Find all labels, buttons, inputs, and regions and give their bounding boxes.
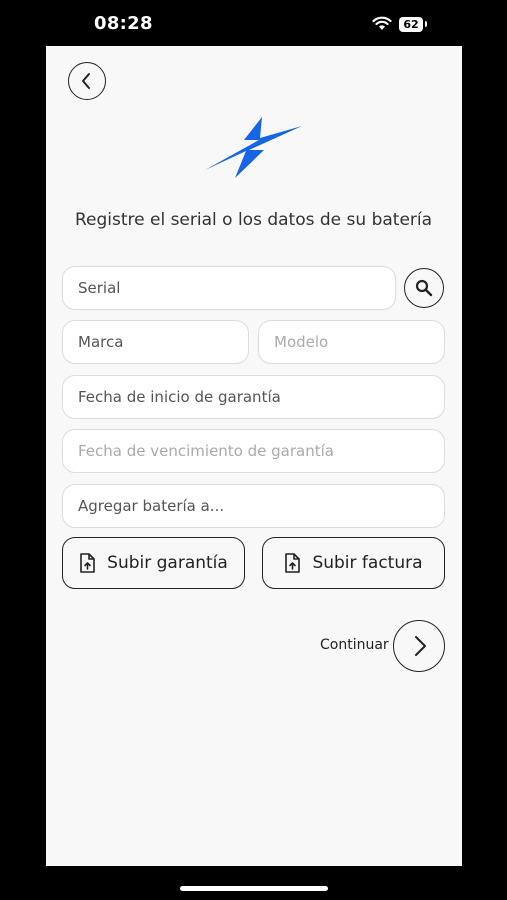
bottom-bar [0, 866, 507, 900]
upload-warranty-button[interactable]: Subir garantía [62, 537, 245, 589]
continue-label[interactable]: Continuar [320, 637, 389, 653]
agregar-bateria-input[interactable] [62, 484, 445, 528]
marca-input[interactable] [62, 320, 249, 364]
search-button[interactable] [404, 268, 444, 308]
status-time: 08:28 [94, 13, 153, 34]
modelo-input[interactable] [258, 320, 445, 364]
file-upload-icon [285, 553, 301, 573]
home-indicator[interactable] [180, 886, 328, 891]
lightning-bolt-icon [205, 117, 302, 178]
fecha-inicio-input[interactable] [62, 375, 445, 419]
chevron-left-icon [82, 73, 90, 89]
back-button[interactable] [68, 62, 106, 100]
serial-input[interactable] [62, 266, 396, 310]
upload-invoice-button[interactable]: Subir factura [262, 537, 445, 589]
fecha-vencimiento-input[interactable] [62, 429, 445, 473]
upload-invoice-label: Subir factura [312, 553, 423, 573]
battery-level: 62 [403, 18, 419, 31]
continue-button[interactable] [393, 620, 445, 672]
page-title: Registre el serial o los datos de su bat… [74, 210, 433, 230]
search-icon [415, 279, 433, 297]
upload-warranty-label: Subir garantía [107, 553, 228, 573]
wifi-icon [372, 16, 392, 30]
battery-tip [425, 21, 427, 27]
status-bar: 08:28 62 [0, 0, 507, 46]
chevron-right-icon [415, 636, 426, 656]
battery-icon: 62 [399, 17, 423, 32]
file-upload-icon [80, 553, 95, 573]
